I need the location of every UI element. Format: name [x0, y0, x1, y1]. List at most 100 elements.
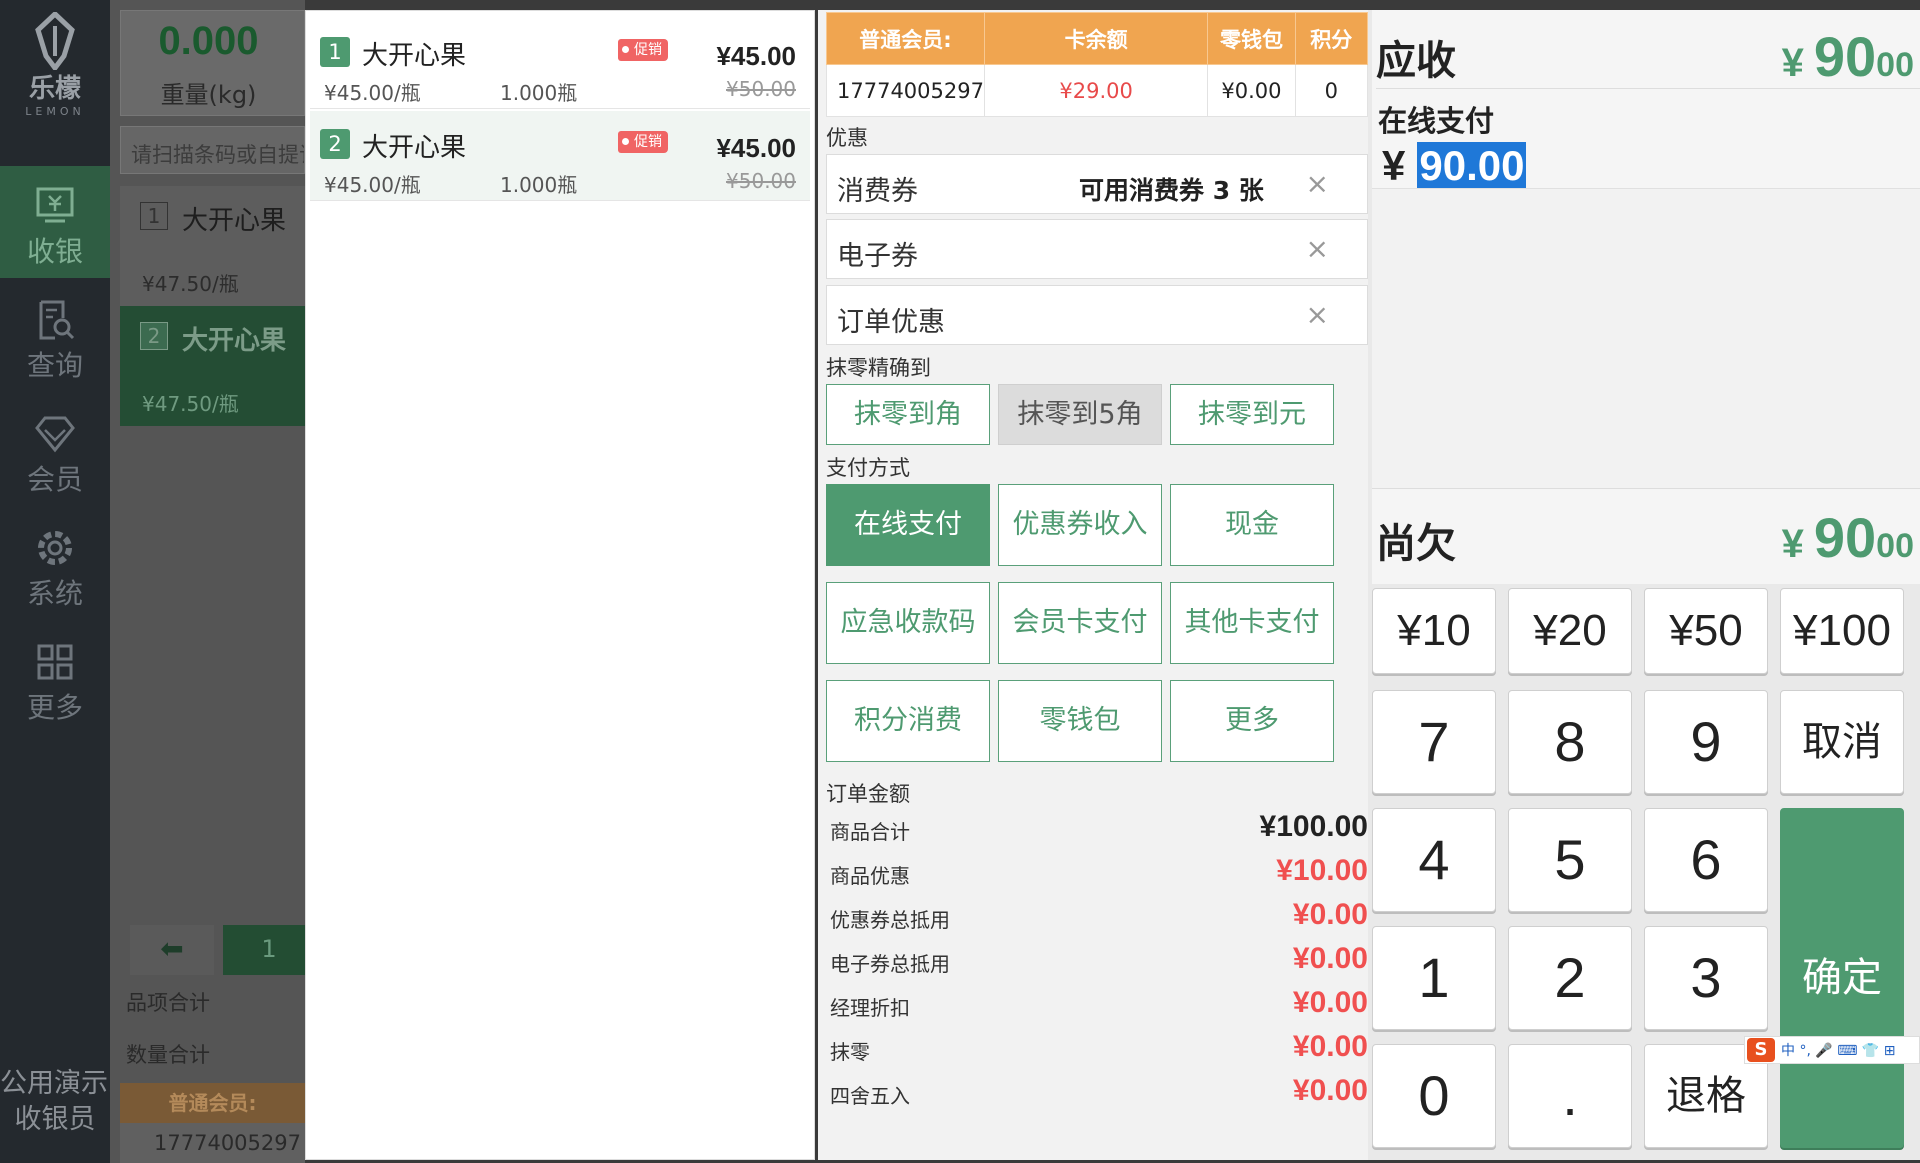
pay-cash-button[interactable]: 现金: [1170, 484, 1334, 566]
digit-1-button[interactable]: 1: [1372, 926, 1496, 1030]
order-row-coupon-deduction: 优惠券总抵用 ¥0.00: [830, 894, 1368, 938]
lemon-logo-icon: [35, 12, 75, 70]
page-number[interactable]: 1: [223, 925, 305, 975]
digit-4-button[interactable]: 4: [1372, 808, 1496, 912]
owed-amount: ¥9000: [1782, 505, 1914, 570]
row-value: ¥10.00: [1276, 854, 1368, 887]
digit-6-button[interactable]: 6: [1644, 808, 1768, 912]
ime-toolbar[interactable]: S 中 °, 🎤 ⌨ 👕 ⊞: [1744, 1036, 1920, 1064]
nav-label: 系统: [26, 577, 83, 610]
points-value: 0: [1294, 64, 1369, 117]
item-name: 大开心果: [362, 133, 467, 163]
online-pay-value[interactable]: 90.00: [1417, 142, 1527, 189]
owed-box: 尚欠 ¥9000: [1372, 488, 1920, 584]
digit-2-button[interactable]: 2: [1508, 926, 1632, 1030]
digit-3-button[interactable]: 3: [1644, 926, 1768, 1030]
order-row-ecoupon-deduction: 电子券总抵用 ¥0.00: [830, 938, 1368, 982]
cart-item-selected[interactable]: 2 大开心果 促销 ¥45.00 ¥45.00/瓶 1.000瓶 ¥50.00: [310, 111, 810, 201]
round-to-5jiao-button[interactable]: 抹零到5角: [998, 384, 1162, 445]
pay-member-card-button[interactable]: 会员卡支付: [998, 582, 1162, 664]
online-pay-input[interactable]: ¥90.00: [1382, 142, 1527, 190]
wallet-balance: ¥0.00: [1207, 64, 1296, 117]
promo-tag-icon: 促销: [618, 39, 668, 61]
payment-panel: 普通会员: 卡余额 零钱包 积分 17774005297 ¥29.00 ¥0.0…: [818, 10, 1369, 1160]
ecoupon-label: 电子券: [837, 241, 918, 272]
round-to-jiao-button[interactable]: 抹零到角: [826, 384, 990, 445]
item-index: 2: [320, 129, 350, 159]
item-amount: ¥45.00: [716, 41, 796, 71]
row-value: ¥100.00: [1259, 810, 1368, 843]
query-icon: [39, 300, 75, 340]
order-amount-title: 订单金额: [826, 782, 910, 806]
coupon-available-info: 可用消费券 3 张: [1079, 176, 1264, 205]
digit-5-button[interactable]: 5: [1508, 808, 1632, 912]
digit-8-button[interactable]: 8: [1508, 690, 1632, 794]
clear-order-discount-icon[interactable]: ×: [1306, 298, 1329, 331]
card-balance-header: 卡余额: [983, 12, 1209, 65]
nav-label: 收银: [26, 235, 83, 268]
coupon-field[interactable]: 消费券 可用消费券 3 张 ×: [826, 154, 1368, 214]
payment-entries-area: [1372, 188, 1920, 488]
pay-coupon-income-button[interactable]: 优惠券收入: [998, 484, 1162, 566]
pay-emergency-qr-button[interactable]: 应急收款码: [826, 582, 990, 664]
pay-online-button[interactable]: 在线支付: [826, 484, 990, 566]
round-to-yuan-button[interactable]: 抹零到元: [1170, 384, 1334, 445]
confirm-button[interactable]: 确定: [1780, 808, 1904, 1148]
currency-symbol: ¥: [1781, 41, 1804, 85]
nav-item-system[interactable]: 系统: [0, 508, 110, 620]
pay-wallet-button[interactable]: 零钱包: [998, 680, 1162, 762]
nav-item-query[interactable]: 查询: [0, 280, 110, 392]
bg-product-card[interactable]: 1 大开心果 ¥47.50/瓶: [120, 186, 305, 306]
quick-amount-50-button[interactable]: ¥50: [1644, 588, 1768, 674]
decimal-point-button[interactable]: .: [1508, 1044, 1632, 1148]
nav-item-more[interactable]: 更多: [0, 622, 110, 734]
quick-amount-100-button[interactable]: ¥100: [1780, 588, 1904, 674]
barcode-input[interactable]: 请扫描条码或自提订单: [120, 126, 305, 174]
nav-item-cashier[interactable]: 收银: [0, 166, 110, 278]
bg-member-label: 普通会员:: [120, 1083, 305, 1123]
amount-int: 90: [1813, 506, 1877, 569]
order-discount-field[interactable]: 订单优惠 ×: [826, 285, 1368, 345]
member-diamond-icon: [35, 416, 75, 453]
receivable-box: 应收 ¥9000 在线支付 ¥90.00: [1372, 10, 1920, 190]
item-qty: 1.000瓶: [500, 173, 578, 197]
nav-label: 会员: [26, 463, 83, 496]
clear-ecoupon-icon[interactable]: ×: [1306, 232, 1329, 265]
logo-subtext: LEMON: [25, 105, 85, 118]
nav-label: 查询: [26, 349, 83, 382]
order-row-goods-total: 商品合计 ¥100.00: [830, 806, 1368, 850]
cancel-button[interactable]: 取消: [1780, 690, 1904, 794]
digit-0-button[interactable]: 0: [1372, 1044, 1496, 1148]
sum-qty-label: 数量合计: [126, 1043, 210, 1067]
nav-label: 更多: [26, 691, 83, 724]
ime-status: 中 °, 🎤 ⌨ 👕 ⊞: [1781, 1043, 1896, 1059]
divider: [1376, 88, 1920, 89]
amount-int: 90: [1813, 25, 1877, 88]
summary-keypad-panel: 应收 ¥9000 在线支付 ¥90.00 尚欠 ¥9000 ¥10 ¥20 ¥5…: [1368, 10, 1920, 1160]
pay-other-card-button[interactable]: 其他卡支付: [1170, 582, 1334, 664]
cart-item[interactable]: 1 大开心果 促销 ¥45.00 ¥45.00/瓶 1.000瓶 ¥50.00: [310, 19, 810, 109]
sogou-ime-icon: S: [1747, 1038, 1775, 1062]
cashier-role: 收银员: [14, 1104, 96, 1135]
item-price: ¥47.50/瓶: [142, 392, 239, 416]
ecoupon-field[interactable]: 电子券 ×: [826, 219, 1368, 279]
quick-amount-10-button[interactable]: ¥10: [1372, 588, 1496, 674]
row-label: 电子券总抵用: [830, 952, 950, 976]
order-discount-label: 订单优惠: [837, 307, 945, 338]
pay-points-button[interactable]: 积分消费: [826, 680, 990, 762]
quick-amount-20-button[interactable]: ¥20: [1508, 588, 1632, 674]
nav-item-member[interactable]: 会员: [0, 394, 110, 506]
rounding-section-title: 抹零精确到: [826, 356, 931, 380]
pager: ⬅ 1: [120, 925, 305, 975]
item-index: 1: [140, 202, 168, 230]
digit-9-button[interactable]: 9: [1644, 690, 1768, 794]
payment-method-title: 支付方式: [826, 456, 910, 480]
digit-7-button[interactable]: 7: [1372, 690, 1496, 794]
clear-coupon-icon[interactable]: ×: [1306, 167, 1329, 200]
pay-more-button[interactable]: 更多: [1170, 680, 1334, 762]
bg-product-card-selected[interactable]: 2 大开心果 ¥47.50/瓶: [120, 306, 305, 426]
online-pay-label: 在线支付: [1378, 104, 1495, 138]
back-arrow-icon[interactable]: ⬅: [130, 925, 214, 975]
order-row-round-half: 四舍五入 ¥0.00: [830, 1070, 1368, 1114]
weight-value: 0.000: [158, 19, 259, 63]
